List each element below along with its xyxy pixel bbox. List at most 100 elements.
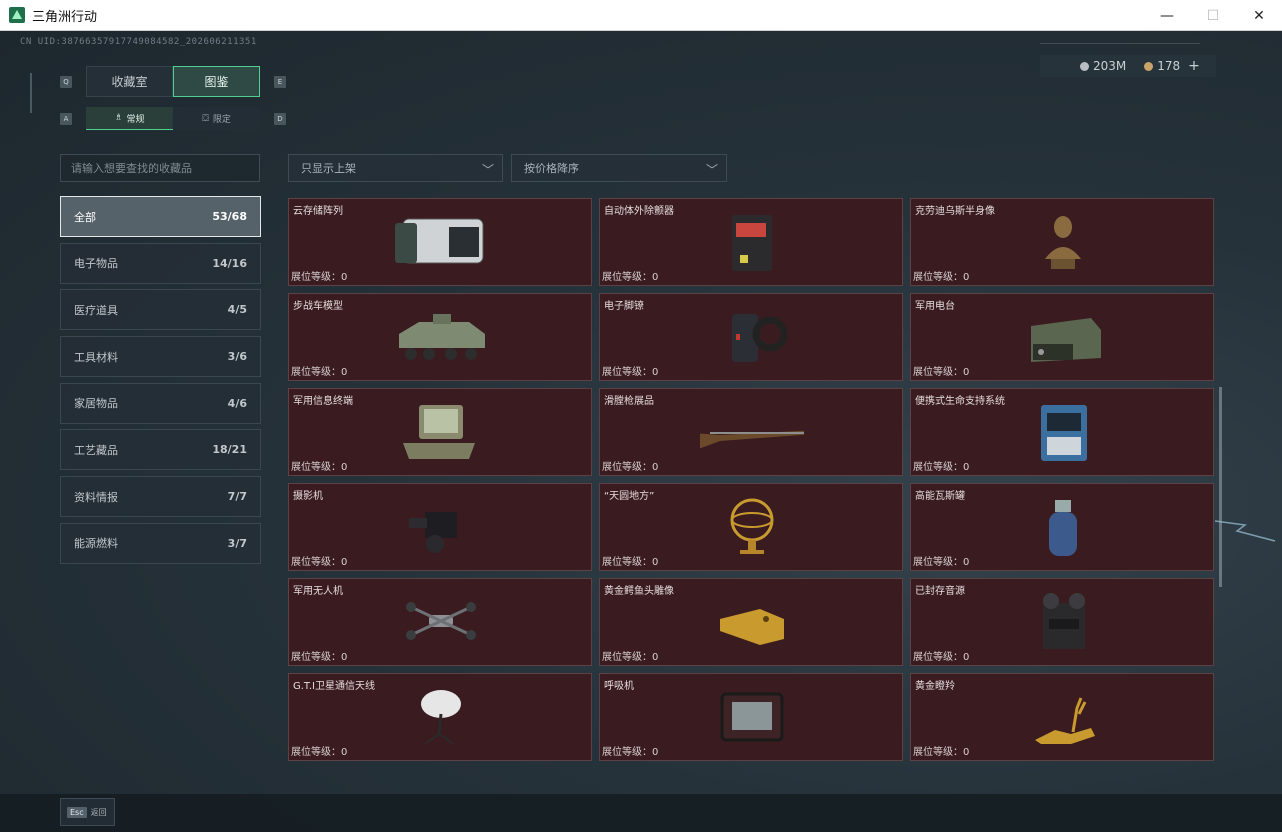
category-count: 3/7 bbox=[227, 536, 247, 550]
key-hint-e: E bbox=[274, 76, 286, 88]
category-label: 电子物品 bbox=[74, 257, 118, 271]
item-level: 展位等级：0 bbox=[602, 272, 659, 283]
item-level: 展位等级：0 bbox=[291, 557, 348, 568]
item-name: 步战车模型 bbox=[293, 301, 343, 312]
limited-icon: ⛋ bbox=[202, 113, 209, 124]
chevron-down-icon: ﹀ bbox=[481, 163, 494, 177]
subtab-regular-label: 常规 bbox=[126, 114, 145, 125]
subtab-limited-label: 限定 bbox=[212, 115, 231, 125]
item-level: 展位等级：0 bbox=[602, 652, 659, 663]
category-label: 家居物品 bbox=[74, 397, 118, 411]
search-input[interactable] bbox=[60, 154, 260, 182]
tab-catalog[interactable]: 图鉴 bbox=[173, 66, 260, 97]
category-count: 14/16 bbox=[212, 256, 247, 270]
category-count: 53/68 bbox=[212, 210, 247, 223]
item-level: 展位等级：0 bbox=[602, 747, 659, 758]
item-card[interactable]: 黄金瞪羚 展位等级：0 bbox=[910, 673, 1214, 761]
divider bbox=[1040, 43, 1200, 44]
category-energy[interactable]: 能源燃料 3/7 bbox=[60, 522, 261, 564]
item-level: 展位等级：0 bbox=[291, 652, 348, 663]
item-card[interactable]: 电子脚镣 展位等级：0 bbox=[599, 293, 903, 381]
item-name: 黄金鳄鱼头雕像 bbox=[604, 586, 674, 597]
esc-key-hint: Esc bbox=[67, 806, 87, 818]
category-all[interactable]: 全部 53/68 bbox=[60, 196, 261, 237]
user-uid: CN UID:38766357917749084582_202606211351 bbox=[20, 37, 257, 47]
item-level: 展位等级：0 bbox=[602, 462, 659, 473]
category-label: 工具材料 bbox=[74, 350, 118, 364]
category-household[interactable]: 家居物品 4/6 bbox=[60, 382, 261, 424]
item-level: 展位等级：0 bbox=[913, 272, 970, 283]
gold-coin-icon bbox=[1144, 61, 1154, 71]
item-name: 自动体外除颤器 bbox=[604, 206, 674, 217]
military-radio-icon bbox=[1031, 318, 1101, 362]
category-count: 18/21 bbox=[212, 443, 247, 457]
category-label: 资料情报 bbox=[74, 490, 118, 504]
category-tools[interactable]: 工具材料 3/6 bbox=[60, 336, 261, 378]
item-card[interactable]: 步战车模型 展位等级：0 bbox=[288, 293, 592, 381]
life-support-icon bbox=[1041, 405, 1087, 461]
category-label: 全部 bbox=[74, 210, 96, 224]
item-card[interactable]: 已封存音源 展位等级：0 bbox=[910, 578, 1214, 666]
item-name: 高能瓦斯罐 bbox=[915, 491, 965, 502]
camera-icon bbox=[409, 512, 457, 553]
item-card[interactable]: 便携式生命支持系统 展位等级：0 bbox=[910, 388, 1214, 476]
maximize-button[interactable]: ☐ bbox=[1190, 0, 1236, 31]
key-hint-a: A bbox=[60, 113, 72, 125]
item-name: 军用无人机 bbox=[293, 586, 343, 597]
item-card[interactable]: 军用电台 展位等级：0 bbox=[910, 293, 1214, 381]
item-card[interactable]: 军用无人机 展位等级：0 bbox=[288, 578, 592, 666]
category-crafts[interactable]: 工艺藏品 18/21 bbox=[60, 429, 261, 471]
item-card[interactable]: 呼吸机 展位等级：0 bbox=[599, 673, 903, 761]
category-intel[interactable]: 资料情报 7/7 bbox=[60, 476, 261, 518]
currency-bar: 203M 178 + bbox=[1040, 55, 1216, 77]
item-card[interactable]: 军用信息终端 展位等级：0 bbox=[288, 388, 592, 476]
item-level: 展位等级：0 bbox=[913, 747, 970, 758]
add-currency-button[interactable]: + bbox=[1188, 58, 1200, 74]
regular-icon: ♗ bbox=[114, 113, 123, 123]
minimize-button[interactable]: — bbox=[1144, 0, 1190, 31]
subtab-limited[interactable]: ⛋ 限定 bbox=[173, 107, 260, 130]
category-label: 能源燃料 bbox=[74, 537, 118, 551]
ifv-model-icon bbox=[399, 314, 485, 360]
key-hint-q: Q bbox=[60, 76, 72, 88]
tab-collection-room[interactable]: 收藏室 bbox=[86, 66, 173, 97]
category-count: 4/5 bbox=[227, 303, 247, 317]
bust-icon bbox=[1045, 216, 1081, 269]
sub-tabs: ♗ 常规 ⛋ 限定 bbox=[86, 107, 260, 130]
category-count: 7/7 bbox=[227, 490, 247, 504]
item-level: 展位等级：0 bbox=[913, 367, 970, 378]
item-name: G.T.I卫星通信天线 bbox=[293, 681, 375, 692]
satellite-dish-icon bbox=[421, 690, 461, 745]
item-level: 展位等级：0 bbox=[913, 652, 970, 663]
item-card[interactable]: 自动体外除颤器 展位等级：0 bbox=[599, 198, 903, 286]
item-name: 军用电台 bbox=[915, 301, 955, 312]
shelf-filter-dropdown[interactable]: 只显示上架 ﹀ bbox=[288, 154, 503, 182]
item-card[interactable]: 高能瓦斯罐 展位等级：0 bbox=[910, 483, 1214, 571]
item-card[interactable]: G.T.I卫星通信天线 展位等级：0 bbox=[288, 673, 592, 761]
key-hint-d: D bbox=[274, 113, 286, 125]
category-electronics[interactable]: 电子物品 14/16 bbox=[60, 242, 261, 284]
category-count: 3/6 bbox=[227, 350, 247, 364]
subtab-regular[interactable]: ♗ 常规 bbox=[86, 107, 173, 130]
chevron-down-icon: ﹀ bbox=[705, 163, 718, 177]
game-area: CN UID:38766357917749084582_202606211351… bbox=[0, 31, 1282, 832]
item-card[interactable]: “天圆地方” 展位等级：0 bbox=[599, 483, 903, 571]
item-level: 展位等级：0 bbox=[291, 272, 348, 283]
item-name: 克劳迪乌斯半身像 bbox=[915, 206, 995, 217]
sort-dropdown[interactable]: 按价格降序 ﹀ bbox=[511, 154, 727, 182]
item-level: 展位等级：0 bbox=[291, 367, 348, 378]
close-button[interactable]: ✕ bbox=[1236, 0, 1282, 31]
window-title: 三角洲行动 bbox=[32, 9, 98, 25]
item-card[interactable]: 黄金鳄鱼头雕像 展位等级：0 bbox=[599, 578, 903, 666]
back-button[interactable]: Esc 返回 bbox=[60, 798, 115, 826]
item-card[interactable]: 摄影机 展位等级：0 bbox=[288, 483, 592, 571]
musket-icon bbox=[700, 430, 804, 449]
item-level: 展位等级：0 bbox=[602, 557, 659, 568]
item-card[interactable]: 克劳迪乌斯半身像 展位等级：0 bbox=[910, 198, 1214, 286]
item-card[interactable]: 滑膛枪展品 展位等级：0 bbox=[599, 388, 903, 476]
item-name: 呼吸机 bbox=[604, 681, 634, 692]
window-titlebar: 三角洲行动 — ☐ ✕ bbox=[0, 0, 1282, 31]
category-medical[interactable]: 医疗道具 4/5 bbox=[60, 289, 261, 331]
decorative-line bbox=[30, 73, 32, 113]
item-card[interactable]: 云存储阵列 展位等级：0 bbox=[288, 198, 592, 286]
